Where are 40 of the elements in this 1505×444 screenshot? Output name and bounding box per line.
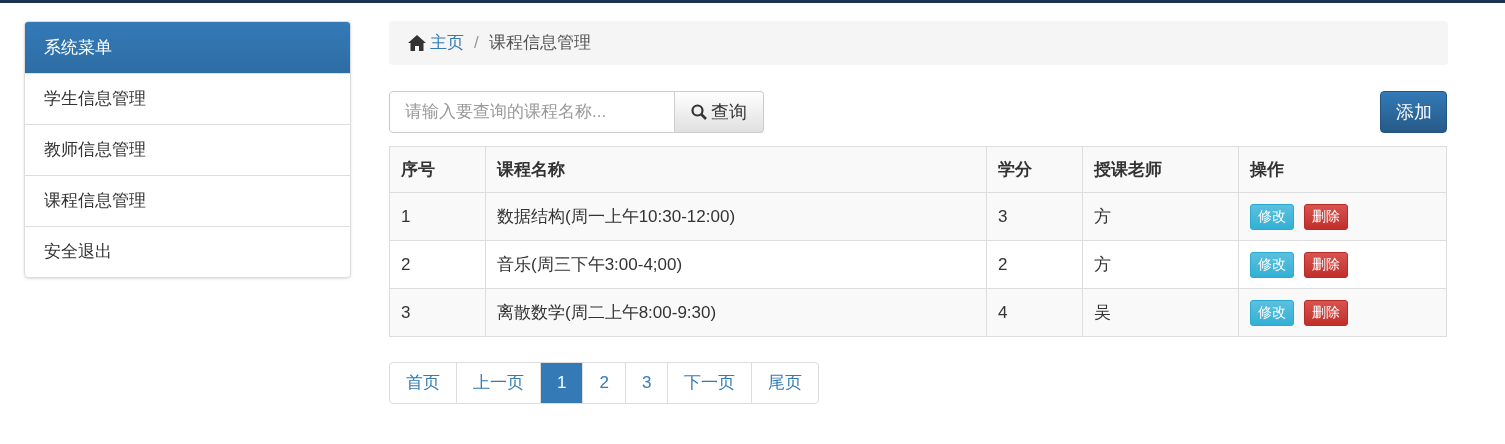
table-cell: 2	[986, 240, 1083, 289]
menu-title: 系统菜单	[25, 22, 350, 73]
page-link[interactable]: 3	[624, 362, 669, 404]
add-button[interactable]: 添加	[1380, 91, 1447, 133]
column-header: 序号	[389, 146, 486, 193]
page-link[interactable]: 首页	[389, 362, 457, 404]
page-link[interactable]: 下一页	[667, 362, 753, 404]
page-link[interactable]: 1	[540, 362, 584, 404]
delete-button[interactable]: 删除	[1304, 203, 1348, 230]
search-field[interactable]: 请输入要查询的课程名称...	[389, 91, 675, 133]
menu-item[interactable]: 教师信息管理	[25, 124, 350, 175]
table-cell: 3	[986, 192, 1083, 241]
table-cell: 吴	[1082, 288, 1239, 337]
table-cell: 方	[1082, 192, 1239, 241]
delete-button[interactable]: 删除	[1304, 299, 1348, 326]
column-header: 操作	[1238, 146, 1447, 193]
table-cell: 4	[986, 288, 1083, 337]
breadcrumb-separator: /	[474, 32, 479, 55]
page-link[interactable]: 上一页	[456, 362, 541, 404]
search-button[interactable]: 查询	[675, 91, 764, 133]
breadcrumb-current: 课程信息管理	[488, 32, 591, 55]
menu-item[interactable]: 学生信息管理	[25, 73, 350, 124]
table-cell: 3	[389, 288, 486, 337]
menu-item[interactable]: 安全退出	[25, 226, 350, 277]
column-header: 学分	[986, 146, 1083, 193]
table-cell: 方	[1082, 240, 1239, 289]
table-cell: 离散数学(周二上午8:00-9:30)	[485, 288, 987, 337]
delete-button[interactable]: 删除	[1304, 251, 1348, 278]
menu-item[interactable]: 课程信息管理	[25, 175, 350, 226]
home-icon	[408, 35, 426, 51]
column-header: 授课老师	[1082, 146, 1239, 193]
page-link[interactable]: 2	[582, 362, 626, 404]
search-icon	[691, 104, 707, 120]
home-link[interactable]: 主页	[430, 30, 464, 56]
column-header: 课程名称	[485, 146, 987, 193]
page-link[interactable]: 尾页	[751, 362, 820, 404]
table-cell: 2	[389, 240, 486, 289]
table-cell: 1	[389, 192, 486, 241]
table-cell: 数据结构(周一上午10:30-12:00)	[485, 192, 987, 241]
table-cell: 音乐(周三下午3:00-4;00)	[485, 240, 987, 289]
